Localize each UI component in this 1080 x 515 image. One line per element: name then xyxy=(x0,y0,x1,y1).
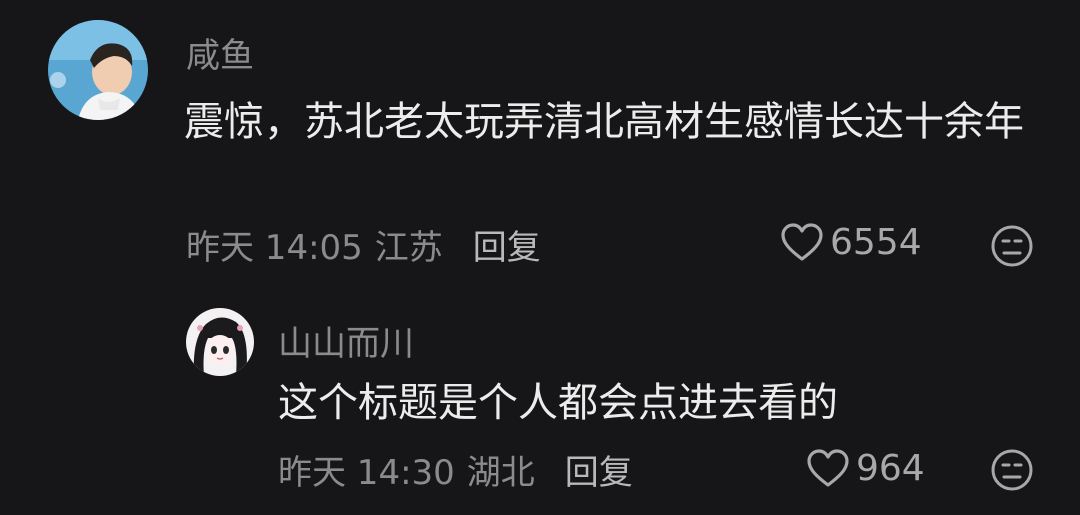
comment-meta: 昨天 14:30 湖北 回复 xyxy=(278,445,633,493)
heart-outline-icon xyxy=(807,448,849,487)
dislike-button[interactable] xyxy=(990,224,1034,268)
like-count: 964 xyxy=(856,448,925,489)
username[interactable]: 咸鱼 xyxy=(186,28,254,77)
user-avatar-boy-icon xyxy=(48,20,148,120)
comment-text: 震惊，苏北老太玩弄清北高材生感情长达十余年 xyxy=(184,99,1024,145)
reply-button[interactable]: 回复 xyxy=(473,220,541,269)
like-count: 6554 xyxy=(830,222,922,263)
heart-outline-icon xyxy=(781,222,823,261)
like-button[interactable]: 6554 xyxy=(780,222,922,263)
user-avatar[interactable] xyxy=(186,308,254,376)
comment-time: 昨天 14:30 xyxy=(278,452,455,493)
meh-face-icon xyxy=(991,225,1033,267)
meh-face-icon xyxy=(991,449,1033,491)
comment-location: 湖北 xyxy=(466,452,535,493)
dislike-button[interactable] xyxy=(990,448,1034,492)
user-avatar-anime-girl-icon xyxy=(186,308,254,376)
user-avatar[interactable] xyxy=(48,20,148,120)
comment-location: 江苏 xyxy=(374,227,443,268)
username[interactable]: 山山而川 xyxy=(278,316,414,365)
reply-button[interactable]: 回复 xyxy=(565,445,633,494)
comment-meta: 昨天 14:05 江苏 回复 xyxy=(186,220,541,268)
comment-text: 这个标题是个人都会点进去看的 xyxy=(278,380,838,426)
comment-time: 昨天 14:05 xyxy=(186,227,363,268)
like-button[interactable]: 964 xyxy=(806,448,925,489)
